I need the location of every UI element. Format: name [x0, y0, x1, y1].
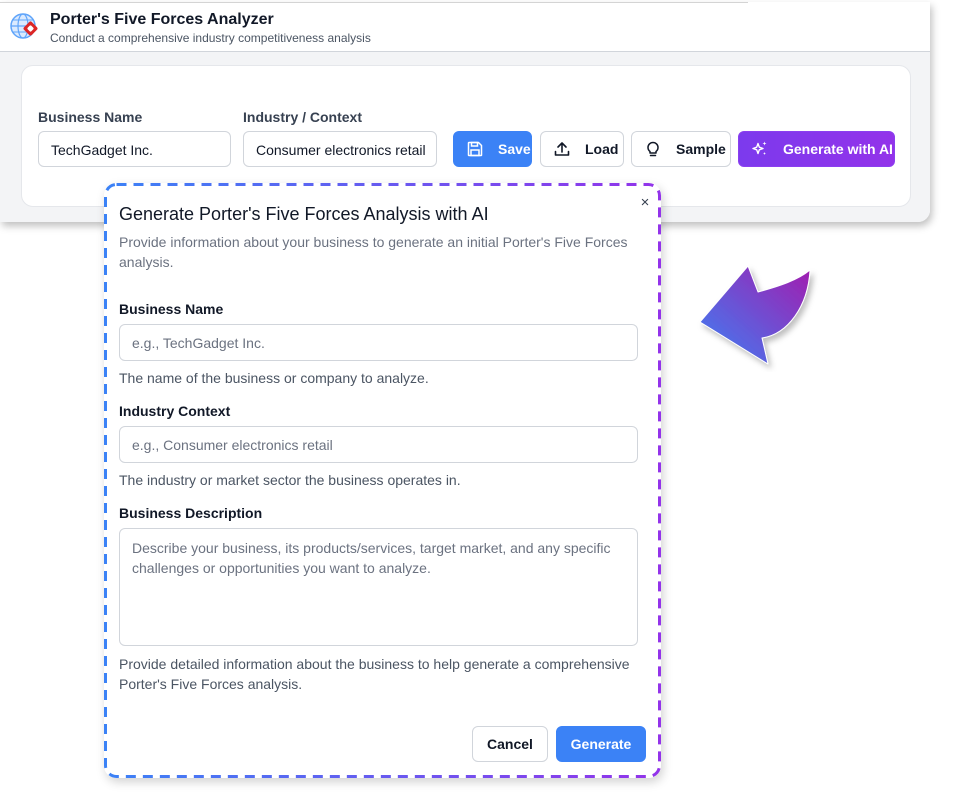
generate-with-ai-button[interactable]: Generate with AI — [738, 131, 895, 167]
sample-label: Sample — [676, 141, 726, 157]
generate-label: Generate — [570, 736, 632, 752]
dialog-title: Generate Porter's Five Forces Analysis w… — [119, 204, 489, 224]
business-name-input[interactable]: TechGadget Inc. — [38, 131, 231, 167]
lightbulb-icon — [647, 141, 659, 157]
app-title: Porter's Five Forces Analyzer — [50, 11, 274, 28]
industry-context-help: The industry or market sector the busine… — [119, 472, 461, 488]
cancel-button[interactable]: Cancel — [472, 726, 548, 762]
business-description-help: Provide detailed information about the b… — [119, 656, 630, 692]
generate-with-ai-label: Generate with AI — [783, 141, 893, 157]
top-divider — [0, 2, 748, 3]
sample-button[interactable]: Sample — [631, 131, 731, 167]
business-name-field-label: Business Name — [119, 301, 224, 317]
save-button[interactable]: Save — [453, 131, 532, 167]
industry-context-field[interactable]: e.g., Consumer electronics retail — [119, 426, 638, 463]
dialog-description: Provide information about your business … — [119, 234, 628, 270]
app-header: Porter's Five Forces Analyzer Conduct a … — [0, 2, 930, 52]
globe-logo-icon — [10, 13, 38, 39]
close-icon[interactable]: × — [637, 195, 653, 211]
load-button[interactable]: Load — [540, 131, 624, 167]
save-label: Save — [498, 141, 531, 157]
industry-input[interactable]: Consumer electronics retail — [243, 131, 437, 167]
business-name-label: Business Name — [38, 109, 143, 125]
ai-generate-dialog: × Generate Porter's Five Forces Analysis… — [104, 183, 661, 778]
generate-button[interactable]: Generate — [556, 726, 646, 762]
sparkles-icon — [752, 141, 767, 155]
business-name-help: The name of the business or company to a… — [119, 370, 429, 386]
save-icon — [467, 141, 483, 157]
business-description-field-label: Business Description — [119, 505, 263, 521]
business-description-textarea[interactable]: Describe your business, its products/ser… — [119, 528, 638, 646]
app-subtitle: Conduct a comprehensive industry competi… — [50, 31, 371, 45]
business-name-field[interactable]: e.g., TechGadget Inc. — [119, 324, 638, 361]
industry-label: Industry / Context — [243, 109, 363, 125]
industry-context-field-label: Industry Context — [119, 403, 231, 419]
cancel-label: Cancel — [487, 736, 533, 752]
upload-icon — [554, 142, 570, 156]
pointer-arrow-icon — [699, 265, 811, 365]
load-label: Load — [585, 141, 619, 157]
